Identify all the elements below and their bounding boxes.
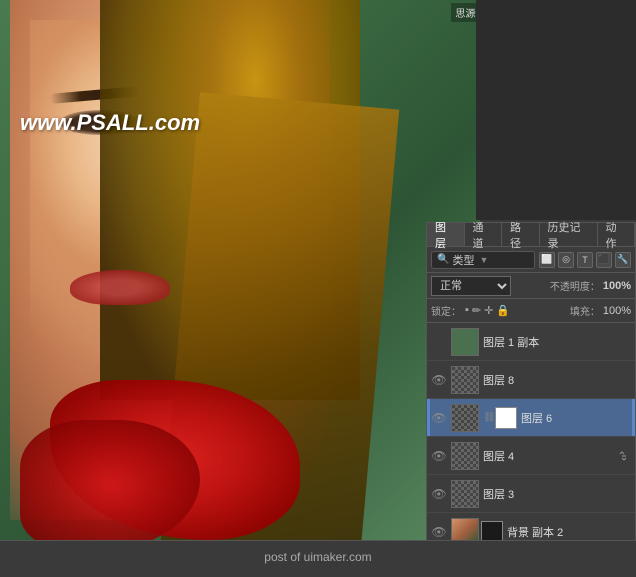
fill-label: 填充： <box>570 303 600 318</box>
panel-tabs: 图层 通道 路径 历史记录 动作 <box>427 223 635 247</box>
main-container: www.PSALL.com 思源设计论坛 WWW.MISSYUAN.COM 图层… <box>0 0 636 572</box>
lock-row: 锁定： ▪ ✏ ✛ 🔒 填充： 100% <box>427 299 635 323</box>
tab-paths[interactable]: 路径 <box>502 223 540 246</box>
blend-mode-select[interactable]: 正常 <box>431 276 511 296</box>
footer-text: post of uimaker.com <box>264 550 371 564</box>
layer-visibility-toggle[interactable]: 👁 <box>431 334 447 350</box>
layer-row[interactable]: 👁 ⛓ 图层 6 <box>427 399 635 437</box>
opacity-value: 100% <box>603 280 631 292</box>
layers-list: 👁 图层 1 副本 👁 图层 8 👁 ⛓ 图层 6 <box>427 323 635 551</box>
dark-panel <box>476 0 636 220</box>
lock-icons: ▪ ✏ ✛ 🔒 <box>465 304 510 317</box>
fill-value: 100% <box>603 305 631 317</box>
layer-visibility-toggle[interactable]: 👁 <box>431 410 447 426</box>
filter-type-label: 类型 <box>452 252 474 268</box>
filter-search[interactable]: 🔍 类型 ▼ <box>431 251 535 269</box>
photo-background: www.PSALL.com <box>0 0 480 540</box>
opacity-row: 不透明度： 100% <box>550 278 631 293</box>
layer-thumbnail <box>451 404 479 432</box>
watermark-main: www.PSALL.com <box>20 110 200 136</box>
chain-icon: ⛓ <box>483 412 493 423</box>
layer-visibility-toggle[interactable]: 👁 <box>431 524 447 540</box>
filter-icon-1[interactable]: ⬜ <box>539 252 555 268</box>
layer-thumbnail <box>451 480 479 508</box>
filter-row: 🔍 类型 ▼ ⬜ ◎ T ⬛ 🔧 <box>427 247 635 273</box>
layer-name: 图层 4 <box>483 448 613 464</box>
layer-thumbnail <box>451 442 479 470</box>
link-icon <box>617 449 631 463</box>
filter-dropdown-icon: ▼ <box>479 255 488 265</box>
tab-history[interactable]: 历史记录 <box>540 223 598 246</box>
layer-name: 背景 副本 2 <box>507 524 631 540</box>
lock-all-icon[interactable]: 🔒 <box>496 304 510 317</box>
layer-row[interactable]: 👁 图层 3 <box>427 475 635 513</box>
filter-icon-group: ⬜ ◎ T ⬛ 🔧 <box>539 252 631 268</box>
layer-name: 图层 1 副本 <box>483 334 631 350</box>
filter-icon-4[interactable]: ⬛ <box>596 252 612 268</box>
fill-part: 填充： 100% <box>570 303 631 318</box>
red-object2 <box>20 420 200 540</box>
photo-area: www.PSALL.com <box>0 0 480 540</box>
layers-panel: 图层 通道 路径 历史记录 动作 🔍 类型 ▼ ⬜ ◎ <box>426 222 636 572</box>
tab-actions[interactable]: 动作 <box>598 223 636 246</box>
blend-row: 正常 不透明度： 100% <box>427 273 635 299</box>
tab-layers[interactable]: 图层 <box>427 223 465 246</box>
lock-label: 锁定： <box>431 303 461 318</box>
layer-visibility-toggle[interactable]: 👁 <box>431 372 447 388</box>
layer-row[interactable]: 👁 图层 1 副本 <box>427 323 635 361</box>
layer-thumbnail <box>451 366 479 394</box>
layer-name: 图层 3 <box>483 486 631 502</box>
layer-name: 图层 6 <box>521 410 631 426</box>
tab-channels[interactable]: 通道 <box>465 223 503 246</box>
search-icon: 🔍 <box>437 254 449 265</box>
footer-bar: post of uimaker.com <box>0 540 636 572</box>
lock-transparency-icon[interactable]: ▪ <box>465 304 469 317</box>
layer-thumbnail <box>451 328 479 356</box>
filter-icon-5[interactable]: 🔧 <box>615 252 631 268</box>
filter-icon-3[interactable]: T <box>577 252 593 268</box>
layer-visibility-toggle[interactable]: 👁 <box>431 486 447 502</box>
lips <box>70 270 170 305</box>
filter-icon-2[interactable]: ◎ <box>558 252 574 268</box>
lock-move-icon[interactable]: ✛ <box>484 304 493 317</box>
layer-row[interactable]: 👁 图层 4 <box>427 437 635 475</box>
layer-name: 图层 8 <box>483 372 631 388</box>
lock-paint-icon[interactable]: ✏ <box>472 304 481 317</box>
layer-row[interactable]: 👁 图层 8 <box>427 361 635 399</box>
layer-visibility-toggle[interactable]: 👁 <box>431 448 447 464</box>
opacity-label: 不透明度： <box>550 278 600 293</box>
layer-mask <box>495 407 517 429</box>
